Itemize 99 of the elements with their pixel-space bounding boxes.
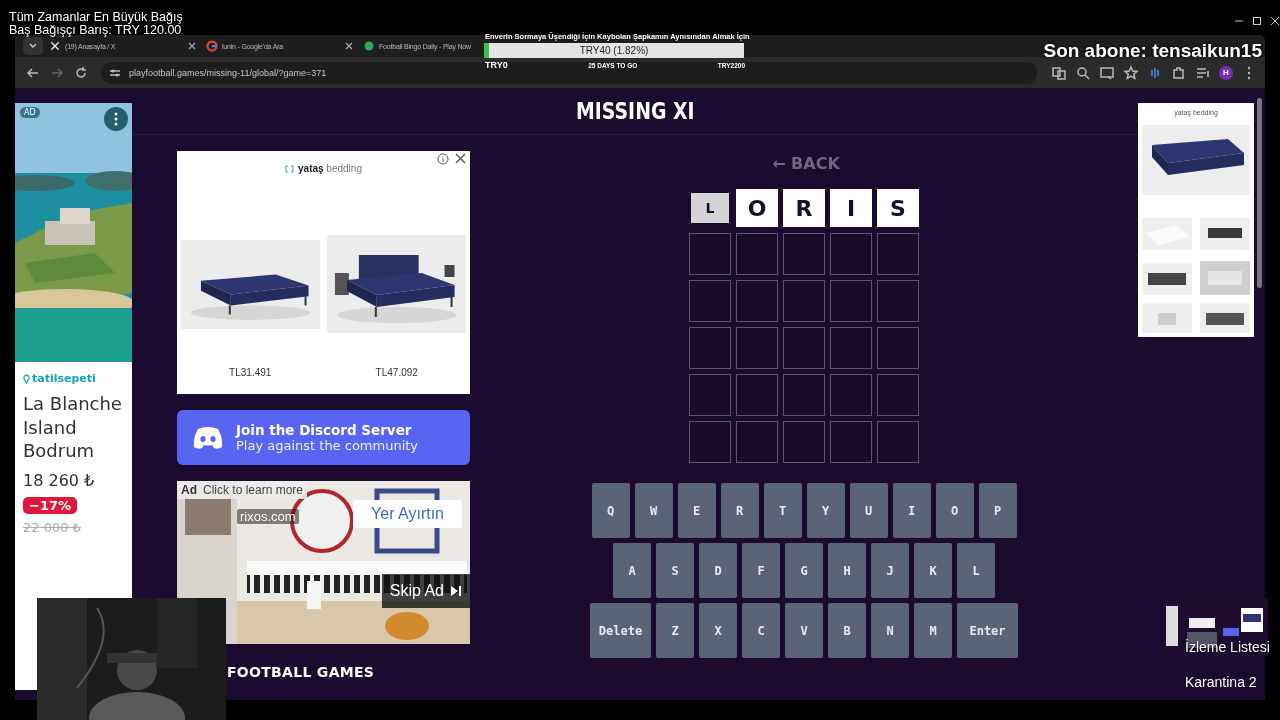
brand-logo: yataş bedding [298, 163, 362, 174]
ad-title: La Blanche Island Bodrum [23, 392, 123, 463]
discord-banner[interactable]: Join the Discord Server Play against the community [177, 410, 470, 465]
key[interactable]: Q [591, 483, 630, 538]
key[interactable]: S [656, 543, 694, 598]
ad-badge: AD [20, 107, 40, 118]
key[interactable]: H [828, 543, 866, 598]
close-icon[interactable] [345, 42, 353, 50]
minimize-icon[interactable] [1235, 17, 1243, 25]
empty-tile [783, 327, 825, 369]
key[interactable]: T [763, 483, 802, 538]
translate-icon[interactable] [1051, 64, 1067, 81]
letter-tile: L [691, 193, 729, 223]
profile-avatar[interactable]: H [1219, 65, 1233, 80]
key[interactable]: M [914, 603, 952, 658]
key[interactable]: I [892, 483, 931, 538]
empty-tile [783, 421, 825, 463]
empty-tile [830, 233, 872, 275]
price: TL31.491 [229, 367, 272, 378]
circle-logo-icon [206, 40, 218, 52]
empty-tile [689, 374, 731, 416]
info-icon[interactable] [437, 153, 449, 165]
tab-list-button[interactable] [23, 37, 43, 55]
letter-tile: S [877, 189, 919, 227]
empty-tile [689, 327, 731, 369]
empty-tile [877, 421, 919, 463]
key[interactable]: A [613, 543, 651, 598]
key[interactable]: U [849, 483, 888, 538]
empty-tile [736, 233, 778, 275]
key[interactable]: W [634, 483, 673, 538]
back-link[interactable]: ← BACK [772, 154, 840, 176]
key[interactable]: Z [656, 603, 694, 658]
key[interactable]: Y [806, 483, 845, 538]
pin-icon [23, 373, 30, 384]
cross-logo-icon [49, 40, 61, 52]
empty-tile [689, 233, 731, 275]
key[interactable]: E [677, 483, 716, 538]
key[interactable]: Enter [957, 603, 1018, 658]
close-icon[interactable] [188, 42, 196, 50]
empty-tile [689, 421, 731, 463]
empty-tile [830, 280, 872, 322]
empty-tile [783, 233, 825, 275]
key[interactable]: J [871, 543, 909, 598]
puzzle-icon[interactable] [1171, 64, 1187, 81]
price: TL47.092 [375, 367, 418, 378]
cast-icon[interactable] [1099, 64, 1115, 81]
empty-tile [877, 327, 919, 369]
key[interactable]: Delete [590, 603, 651, 658]
empty-tile [736, 374, 778, 416]
game-title: MISSING XI [575, 98, 695, 124]
empty-tile [877, 374, 919, 416]
scrollbar-thumb[interactable] [1257, 98, 1262, 288]
key[interactable]: G [785, 543, 823, 598]
game-controller-icon [192, 425, 224, 450]
key[interactable]: C [742, 603, 780, 658]
goal-start: TRY0 [485, 60, 508, 70]
empty-tile [736, 280, 778, 322]
watchlist-label: İzleme Listesi [1185, 639, 1270, 655]
chevron-down-icon[interactable] [29, 43, 37, 49]
close-icon[interactable] [455, 153, 466, 164]
empty-tile [736, 421, 778, 463]
key[interactable]: R [720, 483, 759, 538]
brand-logo: tatilsepeti [32, 372, 96, 385]
letter-tile: I [830, 189, 872, 227]
key[interactable]: P [978, 483, 1017, 538]
empty-tile [830, 327, 872, 369]
star-icon[interactable] [1123, 64, 1139, 81]
empty-tile [877, 280, 919, 322]
empty-tile [783, 280, 825, 322]
donation-text: Tüm Zamanlar En Büyük Bağış Baş Bağışçı Barış: TRY 120.00 [9, 11, 183, 37]
empty-tile [830, 374, 872, 416]
key[interactable]: D [699, 543, 737, 598]
key[interactable]: L [957, 543, 995, 598]
maximize-icon[interactable] [1253, 17, 1261, 25]
latest-subscriber: Son abone: tensaikun15 [1043, 40, 1262, 62]
key[interactable]: O [935, 483, 974, 538]
letter-tile: O [736, 189, 778, 227]
section-heading: FOOTBALL GAMES [226, 664, 376, 680]
empty-tile [736, 327, 778, 369]
zoom-icon[interactable] [1075, 64, 1091, 81]
key[interactable]: K [914, 543, 952, 598]
empty-tile [830, 421, 872, 463]
key[interactable]: V [785, 603, 823, 658]
letter-tile: R [783, 189, 825, 227]
old-price: 22 000 ₺ [23, 519, 82, 535]
round-logo-icon [363, 40, 375, 52]
bracket-logo-icon [285, 164, 294, 173]
reload-icon[interactable] [73, 64, 89, 81]
price: 18 260 ₺ [23, 470, 96, 490]
key[interactable]: F [742, 543, 780, 598]
key[interactable]: X [699, 603, 737, 658]
empty-tile [689, 280, 731, 322]
scene-label: Karantina 2 [1185, 674, 1257, 690]
empty-tile [783, 374, 825, 416]
empty-tile [877, 233, 919, 275]
key[interactable]: N [871, 603, 909, 658]
goal-reading: TRY40 (1.82%) [578, 44, 650, 58]
discount-badge: −17% [23, 496, 77, 514]
key[interactable]: B [828, 603, 866, 658]
